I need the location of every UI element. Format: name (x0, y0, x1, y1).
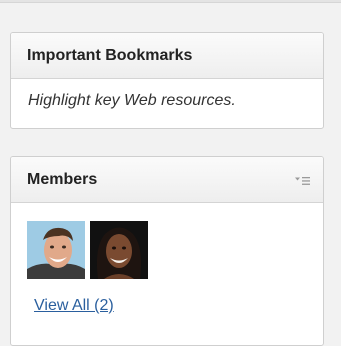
panel-description: Highlight key Web resources. (28, 92, 236, 109)
panel-title: Important Bookmarks (27, 46, 193, 64)
important-bookmarks-panel: Important Bookmarks Highlight key Web re… (10, 32, 324, 129)
view-all-members-link[interactable]: View All (2) (34, 297, 114, 315)
top-divider (0, 2, 341, 3)
panel-header: Important Bookmarks (11, 33, 323, 79)
panel-header: Members (11, 157, 323, 203)
member-avatars (27, 221, 148, 279)
sort-menu-icon[interactable] (295, 173, 311, 185)
woman-avatar[interactable] (90, 221, 148, 279)
members-panel: Members View All (2) (10, 156, 324, 346)
panel-title: Members (27, 170, 98, 188)
man-avatar[interactable] (27, 221, 85, 279)
